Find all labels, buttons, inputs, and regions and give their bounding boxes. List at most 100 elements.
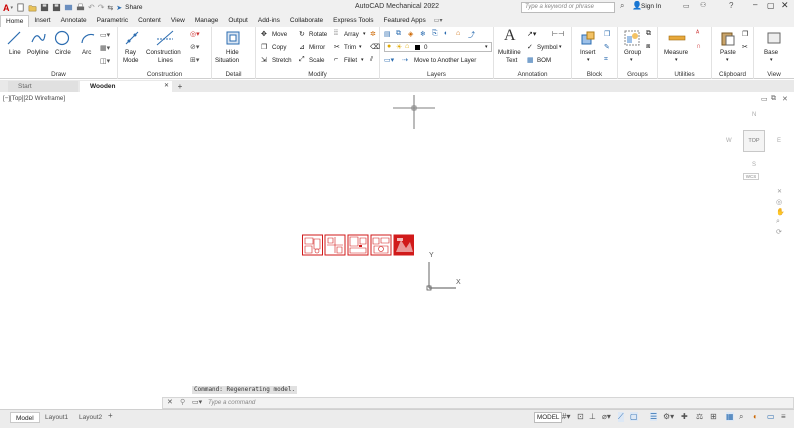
circle-button[interactable]: Circle [55, 49, 71, 56]
command-input[interactable]: Type a command [208, 399, 255, 406]
command-close-icon[interactable]: ✕ [167, 398, 173, 406]
offset-icon[interactable]: ⫽ [370, 56, 373, 64]
tab-layout2[interactable]: Layout2 [74, 412, 107, 423]
sheet-3[interactable] [347, 234, 369, 256]
move-to-another-layer-button[interactable]: Move to Another Layer [414, 57, 476, 64]
modify-panel-label[interactable]: Modify [256, 71, 379, 78]
sheet-1[interactable] [302, 234, 323, 256]
circle-icon[interactable] [54, 30, 70, 46]
tab-output[interactable]: Output [223, 15, 253, 27]
erase-icon[interactable]: ⌫ [370, 43, 380, 51]
tab-content[interactable]: Content [133, 15, 166, 27]
create-block-icon[interactable]: ❒ [604, 30, 610, 38]
tab-manage[interactable]: Manage [190, 15, 224, 27]
construction-tangent-icon[interactable]: ⊘▾ [190, 43, 199, 51]
viewcube-east[interactable]: E [777, 138, 781, 144]
quick-calc-icon[interactable]: ᴬ [696, 30, 699, 37]
ribbon-options-icon[interactable]: ▭▾ [434, 15, 443, 27]
grid-icon[interactable]: #▾ [562, 412, 570, 421]
customization-menu-icon[interactable]: ≡ [781, 412, 786, 421]
help-icon[interactable]: ? [729, 1, 733, 10]
tab-model[interactable]: Model [10, 412, 40, 423]
symbol-dropdown-icon[interactable]: ▾ [559, 44, 562, 50]
construction-lines-icon[interactable] [156, 30, 174, 46]
units-icon[interactable]: ⊞ [710, 412, 717, 421]
trim-icon[interactable]: ✂ [334, 43, 340, 51]
sheet-4[interactable] [370, 234, 392, 256]
command-recent-icon[interactable]: ▭▾ [192, 398, 202, 406]
treehouse-drawing-sheets[interactable] [302, 234, 414, 256]
sheet-5[interactable] [393, 234, 414, 256]
hide-situation-icon[interactable] [225, 30, 241, 46]
arc-icon[interactable] [80, 30, 96, 46]
tab-home[interactable]: Home [0, 15, 30, 27]
measure-icon[interactable] [668, 32, 686, 44]
paste-icon[interactable] [720, 30, 736, 46]
layer-isolate-icon[interactable]: ◈ [408, 30, 413, 38]
workspace-switch-icon[interactable]: ✚ [681, 412, 688, 421]
tab-close-icon[interactable]: ✕ [164, 81, 169, 92]
situation-label[interactable]: Situation [215, 57, 239, 64]
base-dropdown-icon[interactable]: ▾ [770, 57, 773, 63]
orbit-icon[interactable]: ⟳ [776, 228, 782, 236]
tab-express-tools[interactable]: Express Tools [328, 15, 378, 27]
detail-panel-label[interactable]: Detail [212, 71, 255, 78]
close-icon[interactable]: ✕ [781, 0, 789, 11]
isodraft-icon[interactable]: ⟋ [618, 412, 624, 422]
bom-icon[interactable]: ▦ [527, 56, 534, 64]
clean-screen-icon[interactable]: ▭ [767, 412, 775, 421]
draw-more-icon[interactable]: ◫▾ [100, 57, 110, 65]
base-view-icon[interactable] [766, 30, 782, 46]
block-attribute-icon[interactable]: ⌗ [604, 56, 608, 64]
sheet-2[interactable] [324, 234, 346, 256]
rotate-icon[interactable]: ↻ [299, 30, 305, 38]
snap-mode-icon[interactable]: ⊡ [577, 412, 584, 421]
ortho-icon[interactable]: ⊥ [589, 412, 596, 421]
cut-icon[interactable]: ✂ [742, 43, 748, 51]
viewport-restore-icon[interactable]: ⧉ [771, 95, 776, 103]
cart-icon[interactable]: ▭ [683, 2, 690, 10]
view-panel-label[interactable]: View [754, 71, 794, 78]
annotation-panel-label[interactable]: Annotation [494, 71, 571, 78]
multiline-label[interactable]: Multiline [498, 49, 521, 56]
viewcube-west[interactable]: W [726, 138, 732, 144]
arc-button[interactable]: Arc [82, 49, 91, 56]
viewcube-north[interactable]: N [752, 112, 756, 118]
draw-panel-label[interactable]: Draw [0, 71, 117, 78]
paste-button[interactable]: Paste [720, 49, 736, 56]
scale-icon[interactable]: ⤢ [299, 56, 305, 64]
dimension-icon[interactable]: ⊢⊣ [552, 30, 564, 38]
edit-block-icon[interactable]: ✎ [604, 43, 610, 51]
bom-button[interactable]: BOM [537, 57, 551, 64]
fillet-dropdown-icon[interactable]: ▾ [361, 57, 364, 63]
polar-tracking-icon[interactable]: ⌀▾ [602, 412, 611, 421]
viewcube-top-face[interactable]: TOP [743, 130, 765, 152]
drawing-canvas[interactable]: [−][Top][2D Wireframe] ▭ ⧉ ✕ N W E S TOP… [0, 92, 794, 407]
layer-states-icon[interactable]: ⧉ [396, 30, 401, 38]
new-tab-button[interactable]: + [174, 81, 186, 92]
hide-label[interactable]: Hide [226, 49, 239, 56]
insert-dropdown-icon[interactable]: ▾ [587, 57, 590, 63]
tab-add-ins[interactable]: Add-ins [253, 15, 285, 27]
ray-label[interactable]: Ray [125, 49, 136, 56]
fillet-icon[interactable]: ⌐ [334, 56, 338, 63]
app-title-expand-icon[interactable]: ⇔ [428, 2, 435, 9]
line-icon[interactable] [6, 30, 22, 46]
sign-in-button[interactable]: Sign In [641, 3, 661, 10]
maximize-icon[interactable]: ▢ [767, 1, 775, 10]
layer-previous-icon[interactable]: ▭▾ [384, 56, 394, 64]
tab-parametric[interactable]: Parametric [92, 15, 133, 27]
explode-icon[interactable]: ✲ [370, 30, 376, 38]
tab-collaborate[interactable]: Collaborate [285, 15, 328, 27]
search-input[interactable]: Type a keyword or phrase [521, 2, 615, 13]
layer-walk-icon[interactable]: ⤴ [468, 30, 475, 40]
layer-dropdown[interactable]: ● ☀ ⌂ 0 ▾ [384, 42, 492, 52]
search-icon[interactable]: ⌕ [620, 1, 624, 11]
connect-icon[interactable]: ⚇ [700, 1, 706, 9]
group-button[interactable]: Group [624, 49, 641, 56]
construction-label[interactable]: Construction [146, 49, 181, 56]
move-to-layer-icon[interactable]: ⇢ [402, 56, 408, 64]
full-navigation-wheel-icon[interactable]: ◎ [776, 198, 782, 206]
tab-featured-apps[interactable]: Featured Apps [379, 15, 431, 27]
hatch-icon[interactable]: ▦▾ [100, 44, 110, 52]
